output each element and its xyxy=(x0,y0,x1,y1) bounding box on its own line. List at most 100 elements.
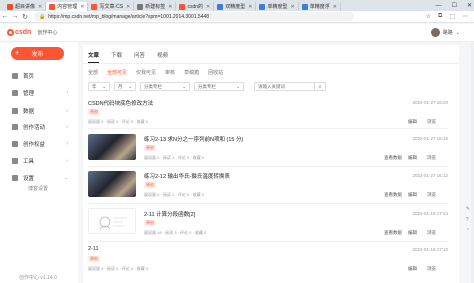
sidebar-item-data[interactable]: 数据 › xyxy=(12,106,68,116)
edit-button[interactable]: 编辑 xyxy=(408,119,417,125)
search-input[interactable] xyxy=(254,82,315,91)
sidebar-item-tools[interactable]: 工具 › xyxy=(12,156,68,166)
help-icon[interactable]: ? xyxy=(466,217,470,223)
article-title[interactable]: 2-11 xyxy=(88,246,99,252)
sidebar-item-activities[interactable]: 创作活动 › xyxy=(12,122,68,132)
close-icon[interactable]: ✕ xyxy=(333,4,337,10)
article-row[interactable]: CSDN代码块底色修改方法 原创 展现量 0 · 阅读 0 · 评论 0 · 收… xyxy=(88,97,448,129)
article-row[interactable]: 2-11 计算分段函数[2] 原创 展现量 18 · 阅读 3 · 评论 0 ·… xyxy=(88,208,448,242)
tab-favicon xyxy=(259,3,266,10)
forward-icon[interactable]: → xyxy=(10,13,20,20)
more-icon[interactable]: ⋯ xyxy=(462,13,468,20)
view-button[interactable]: 浏览 xyxy=(427,155,436,161)
article-title[interactable]: CSDN代码块底色修改方法 xyxy=(88,99,153,107)
reload-icon[interactable]: ↻ xyxy=(20,13,30,21)
avatar[interactable] xyxy=(430,28,440,37)
year-select[interactable]: 年 ⌄ xyxy=(88,82,110,91)
publish-button[interactable]: + 发布 xyxy=(11,47,64,60)
extensions-icon[interactable]: ⬚ xyxy=(449,13,455,20)
month-select[interactable]: 月 ⌄ xyxy=(114,82,136,91)
back-to-top-icon[interactable]: ⌃ xyxy=(466,228,470,234)
url-field[interactable]: 🔒 https://mp.csdn.net/mp_blog/manage/art… xyxy=(34,12,354,21)
collections-icon[interactable]: ⧉ xyxy=(438,13,442,20)
view-data-button[interactable]: 查看数据 xyxy=(384,155,402,161)
sidebar-item-rights[interactable]: 创作权益 › xyxy=(12,139,68,149)
status-filters: 全部 全部可见 仅我可见 审核 草稿箱 回收站 xyxy=(88,69,223,76)
flag-icon xyxy=(12,124,18,130)
view-button[interactable]: 浏览 xyxy=(427,230,436,236)
sidebar-subitem-blog-settings[interactable]: 博客设置 xyxy=(28,185,48,192)
close-icon[interactable]: ✕ xyxy=(126,4,130,10)
article-thumbnail[interactable] xyxy=(88,134,136,160)
article-thumbnail[interactable] xyxy=(88,171,136,197)
view-button[interactable]: 浏览 xyxy=(427,266,436,272)
article-row[interactable]: 练习2-12 输出华氏-摄氏温度转换表 原创 展现量 0 · 阅读 1 · 评论… xyxy=(88,171,448,204)
filter-drafts[interactable]: 草稿箱 xyxy=(184,69,199,76)
tab-qa[interactable]: 问答 xyxy=(134,51,145,59)
plus-icon: + xyxy=(15,50,20,57)
edit-button[interactable]: 编辑 xyxy=(408,192,417,198)
csdn-logo[interactable]: csdn xyxy=(7,29,31,36)
article-thumbnail[interactable] xyxy=(88,208,136,234)
user-name: 路路 xyxy=(442,30,453,36)
category-select[interactable]: 分类专栏 ⌄ xyxy=(140,82,190,91)
view-button[interactable]: 浏览 xyxy=(427,119,436,125)
tab-favicon xyxy=(217,3,224,10)
tab-videos[interactable]: 视频 xyxy=(157,51,168,59)
back-icon[interactable]: ← xyxy=(0,13,10,20)
sidebar-item-manage[interactable]: 管理 › xyxy=(12,88,68,98)
edit-button[interactable]: 编辑 xyxy=(408,230,417,236)
maximize-button[interactable]: ☐ xyxy=(452,2,457,9)
article-title[interactable]: 2-11 计算分段函数[2] xyxy=(144,210,195,218)
user-menu[interactable]: 路路 ⌄ xyxy=(430,28,474,37)
article-stats: 展现量 0 · 阅读 0 · 评论 0 · 收藏 0 xyxy=(88,119,149,124)
filter-public[interactable]: 全部可见 xyxy=(107,69,127,76)
view-button[interactable]: 浏览 xyxy=(427,192,436,198)
close-icon[interactable]: ✕ xyxy=(206,4,210,10)
tab-articles[interactable]: 文章 xyxy=(88,51,100,63)
article-date: 2022-01-27 16:20 xyxy=(412,100,448,105)
browser-tab[interactable]: 写文章-CS ✕ xyxy=(88,2,135,11)
filter-trash[interactable]: 回收站 xyxy=(208,69,223,76)
minimize-button[interactable]: — xyxy=(436,3,442,9)
close-icon[interactable]: ✕ xyxy=(248,4,252,10)
year-select-value: 年 xyxy=(92,83,97,89)
browser-tab[interactable]: 超目讲像 ✕ xyxy=(4,2,47,11)
close-icon[interactable]: ✕ xyxy=(38,4,42,10)
close-window-button[interactable]: ✕ xyxy=(467,2,472,9)
star-icon[interactable]: ☆ xyxy=(426,13,431,20)
article-row[interactable]: 练习2-13 求N分之一序列前N项和 (15 分) 原创 展现量 0 · 阅读 … xyxy=(88,134,448,167)
article-stats: 展现量 18 · 阅读 3 · 评论 0 · 收藏 0 xyxy=(144,230,207,235)
browser-tab[interactable]: csdn的 ✕ xyxy=(176,2,215,11)
column-select[interactable]: 分类专栏 ⌄ xyxy=(194,82,244,91)
view-data-button[interactable]: 查看数据 xyxy=(384,230,402,236)
article-tag: 原创 xyxy=(88,109,100,115)
sidebar-item-settings[interactable]: 设置 ⌄ xyxy=(12,173,68,183)
browser-tab[interactable]: 双精度型 ✕ xyxy=(214,2,257,11)
search-button[interactable]: ⌕ xyxy=(315,82,326,91)
filter-review[interactable]: 审核 xyxy=(165,69,175,76)
feedback-icon[interactable]: ✎ xyxy=(466,206,470,212)
browser-tab[interactable]: 单精度型 ✕ xyxy=(256,2,299,11)
browser-tab[interactable]: 单精度浮 ✕ xyxy=(299,2,341,11)
version-text: 创作中心 v1.14.0 xyxy=(19,275,57,281)
sidebar-item-home[interactable]: 首页 xyxy=(12,71,68,81)
page-title: 创作中心 xyxy=(37,30,58,36)
close-icon[interactable]: ✕ xyxy=(168,4,172,10)
close-icon[interactable]: ✕ xyxy=(80,4,84,10)
sidebar-item-label: 创作权益 xyxy=(23,142,46,148)
browser-tab[interactable]: 新建标签 ✕ xyxy=(134,2,177,11)
article-row[interactable]: 2-11 原创 展现量 0 · 阅读 0 · 评论 0 · 收藏 0 2022-… xyxy=(88,245,448,279)
home-icon xyxy=(12,73,18,79)
browser-tab-active[interactable]: 内容管理 ✕ xyxy=(46,2,89,11)
view-data-button[interactable]: 查看数据 xyxy=(384,192,402,198)
close-icon[interactable]: ✕ xyxy=(290,4,294,10)
lock-icon[interactable]: 🔒 xyxy=(39,14,45,20)
edit-button[interactable]: 编辑 xyxy=(408,155,417,161)
tab-downloads[interactable]: 下载 xyxy=(111,51,122,59)
article-title[interactable]: 练习2-13 求N分之一序列前N项和 (15 分) xyxy=(144,135,243,143)
filter-all[interactable]: 全部 xyxy=(88,69,98,76)
filter-private[interactable]: 仅我可见 xyxy=(136,69,156,76)
article-title[interactable]: 练习2-12 输出华氏-摄氏温度转换表 xyxy=(144,172,230,180)
edit-button[interactable]: 编辑 xyxy=(408,266,417,272)
